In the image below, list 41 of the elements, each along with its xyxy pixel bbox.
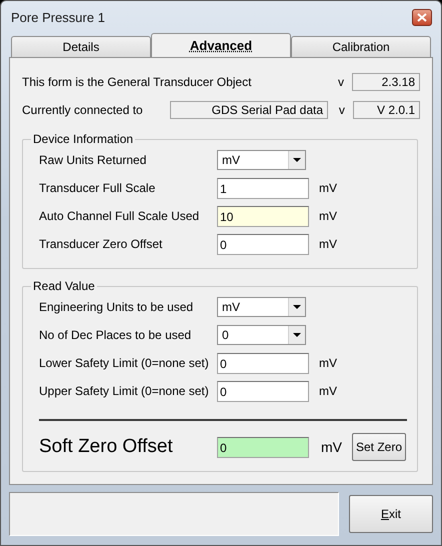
unit-label: mV — [319, 384, 337, 398]
field-label: Lower Safety Limit (0=none set) — [39, 356, 210, 370]
field-label: Transducer Zero Offset — [39, 237, 164, 251]
field-label: No of Dec Places to be used — [39, 328, 192, 342]
input-field[interactable]: 1 — [217, 178, 309, 198]
input-field[interactable]: 10 — [217, 206, 309, 226]
dropdown[interactable]: mV — [217, 150, 306, 170]
field-label: Engineering Units to be used — [39, 300, 194, 314]
unit-label: mV — [319, 209, 337, 223]
window-title: Pore Pressure 1 — [10, 10, 105, 24]
info-label: Currently connected to — [22, 103, 144, 117]
close-icon — [417, 12, 427, 22]
tab[interactable]: Calibration — [291, 36, 431, 57]
field-label: Transducer Full Scale — [39, 181, 156, 195]
group-title: Read Value — [32, 279, 96, 293]
unit-label: mV — [319, 237, 337, 251]
connection-field: GDS Serial Pad data — [170, 101, 328, 119]
dropdown[interactable]: 0 — [217, 325, 306, 345]
input-field[interactable]: 0 — [217, 352, 309, 374]
soft-zero-label: Soft Zero Offset — [39, 436, 174, 458]
dropdown[interactable]: mV — [217, 297, 306, 317]
field-label: Upper Safety Limit (0=none set) — [39, 384, 210, 398]
tab[interactable]: Advanced — [151, 33, 291, 57]
version-label: v — [338, 103, 346, 117]
set-zero-button[interactable]: Set Zero — [352, 433, 406, 461]
version-field: 2.3.18 — [352, 73, 420, 91]
soft-zero-field[interactable]: 0 — [217, 436, 309, 458]
exit-button[interactable]: Exit — [349, 495, 433, 533]
field-label: Auto Channel Full Scale Used — [39, 209, 200, 223]
group-title: Device Information — [32, 132, 134, 146]
version-field: V 2.0.1 — [352, 101, 420, 119]
unit-label: mV — [319, 181, 337, 195]
unit-label: mV — [321, 439, 342, 455]
input-field[interactable]: 0 — [217, 380, 309, 402]
unit-label: mV — [319, 356, 337, 370]
close-button[interactable] — [412, 8, 432, 26]
version-label: v — [337, 75, 345, 89]
info-label: This form is the General Transducer Object — [22, 75, 252, 89]
tab[interactable]: Details — [11, 36, 151, 57]
input-field[interactable]: 0 — [217, 234, 309, 254]
field-label: Raw Units Returned — [39, 153, 148, 167]
